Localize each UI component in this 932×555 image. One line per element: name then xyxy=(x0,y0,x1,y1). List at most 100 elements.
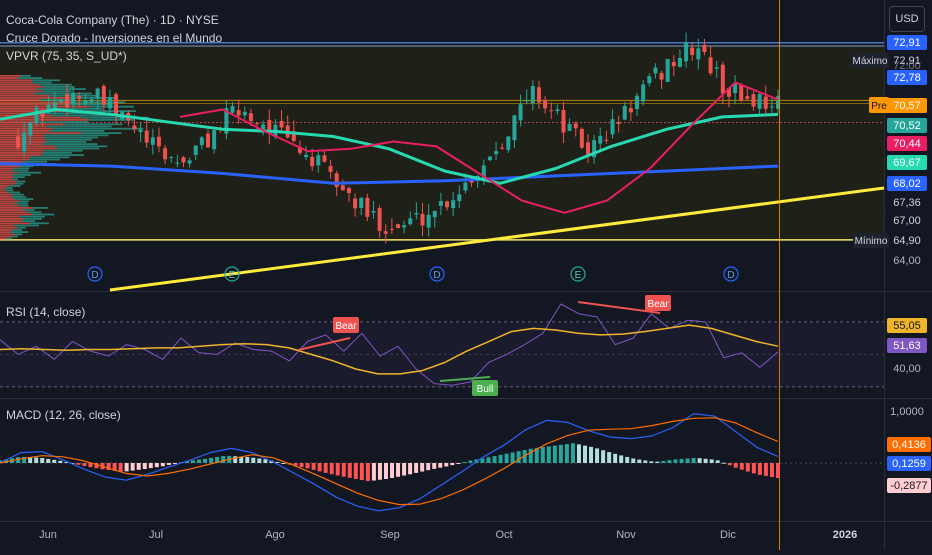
macd-label: 0,1259 xyxy=(892,458,926,470)
vpvr-bar-bull xyxy=(13,229,23,231)
macd-histogram-bar xyxy=(715,460,720,463)
candle-body xyxy=(500,147,505,149)
vpvr-bar-bear xyxy=(0,158,29,161)
vpvr-bar-bear xyxy=(0,169,11,172)
candle-body xyxy=(101,86,106,105)
candle-body xyxy=(769,106,774,108)
candle-body xyxy=(95,88,100,99)
candle-body xyxy=(71,93,76,105)
price-tick: 64,00 xyxy=(893,255,921,267)
vpvr-bar-bear xyxy=(0,77,18,79)
macd-histogram-bar xyxy=(673,459,678,463)
candle-body xyxy=(647,76,652,84)
macd-histogram-bar xyxy=(390,463,395,478)
event-marker-letter: E xyxy=(229,270,236,281)
macd-histogram-bar xyxy=(504,453,509,463)
macd-label: -0,2877 xyxy=(890,480,927,492)
candle-body xyxy=(659,72,664,80)
candle-body xyxy=(206,133,210,148)
vpvr-bar-bull xyxy=(10,169,29,172)
candle-body xyxy=(665,59,670,82)
vpvr-bar-bear xyxy=(0,233,15,236)
macd-histogram-bar xyxy=(613,453,618,463)
vpvr-bar-bull xyxy=(9,185,21,187)
vpvr-bar-bear xyxy=(0,147,57,150)
candle-body xyxy=(383,231,388,234)
rsi-pane-title: RSI (14, close) xyxy=(6,305,86,319)
candle-body xyxy=(322,155,327,162)
macd-histogram-bar xyxy=(130,463,135,471)
divergence-tag: Bear xyxy=(647,299,669,310)
vpvr-bar-bull xyxy=(5,187,13,189)
candle-body xyxy=(586,142,590,156)
vpvr-bar-bear xyxy=(0,123,65,126)
vpvr-bar-bear xyxy=(0,125,47,128)
vpvr-bar-bear xyxy=(0,174,13,176)
macd-histogram-bar xyxy=(643,460,648,463)
macd-histogram-bar xyxy=(136,463,141,470)
vpvr-bar-bear xyxy=(0,176,14,178)
candle-body xyxy=(138,129,143,133)
price-label: 72,91 xyxy=(893,37,921,49)
vpvr-bar-bear xyxy=(0,127,53,130)
vpvr-bar-bull xyxy=(29,222,49,225)
candle-body xyxy=(714,67,719,69)
vpvr-bar-bull xyxy=(12,178,19,181)
vpvr-bar-bull xyxy=(81,132,122,134)
symbol-title: Coca-Cola Company (The) · 1D · NYSE xyxy=(6,13,219,27)
macd-line xyxy=(0,413,779,512)
macd-histogram-bar xyxy=(383,463,388,479)
vpvr-bar-bull xyxy=(37,88,86,90)
macd-histogram-bar xyxy=(426,463,431,471)
event-marker-dividend: D xyxy=(87,266,103,282)
candle-body xyxy=(230,106,235,113)
time-axis-tick: Nov xyxy=(616,529,636,541)
candle-body xyxy=(598,135,603,144)
time-axis-tick: Oct xyxy=(495,529,512,541)
vpvr-bar-bear xyxy=(0,180,17,183)
candle-body xyxy=(536,87,541,103)
macd-histogram-bar xyxy=(540,447,545,463)
macd-histogram-bar xyxy=(299,463,304,468)
macd-histogram-bar xyxy=(739,463,744,470)
candle-body xyxy=(635,95,640,109)
macd-histogram-bar xyxy=(528,448,533,463)
candle-body xyxy=(389,228,394,230)
macd-histogram-bar xyxy=(245,456,250,463)
candle-body xyxy=(487,156,492,161)
price-label: 67,00 xyxy=(893,215,921,227)
vpvr-bar-bull xyxy=(28,158,60,161)
candle-body xyxy=(426,214,431,228)
vpvr-bar-bear xyxy=(0,231,11,233)
vpvr-bar-bull xyxy=(54,145,108,148)
macd-histogram-bar xyxy=(40,457,45,463)
chart-canvas[interactable]: D E D E D72,9172,9172,7870,5770,5270,4469,67… xyxy=(0,0,932,550)
vpvr-bar-bear xyxy=(0,224,15,227)
vpvr-bar-bear xyxy=(0,196,12,198)
vpvr-bar-bull xyxy=(46,141,87,143)
candle-body xyxy=(255,123,260,125)
event-marker-letter: D xyxy=(91,270,98,281)
vpvr-bar-bull xyxy=(32,207,49,209)
vpvr-bar-bear xyxy=(0,132,82,134)
macd-histogram-bar xyxy=(347,463,352,478)
vpvr-bar-bull xyxy=(31,81,52,84)
event-marker-letter: D xyxy=(727,270,734,281)
event-marker-dividend: D xyxy=(723,266,739,282)
macd-histogram-bar xyxy=(468,460,473,463)
candle-body xyxy=(555,109,560,112)
candle-body xyxy=(567,124,572,131)
vpvr-bar-bear xyxy=(0,88,38,90)
vpvr-bar-bear xyxy=(0,237,6,240)
chart-stage[interactable]: D E D E D 72,91 72,91 72,78 70,57 70,52 70,44 69,67… xyxy=(0,0,932,550)
vpvr-bar-bear xyxy=(0,99,40,101)
currency-button[interactable]: USD xyxy=(889,6,925,32)
vpvr-bar-bull xyxy=(22,160,48,163)
candle-body xyxy=(702,44,707,53)
vpvr-bar-bull xyxy=(16,180,26,183)
macd-histogram-bar xyxy=(365,463,370,482)
candle-body xyxy=(242,111,247,116)
vpvr-bar-bull xyxy=(42,152,72,154)
vpvr-bar-bear xyxy=(0,105,90,108)
vpvr-bar-bull xyxy=(56,147,100,150)
